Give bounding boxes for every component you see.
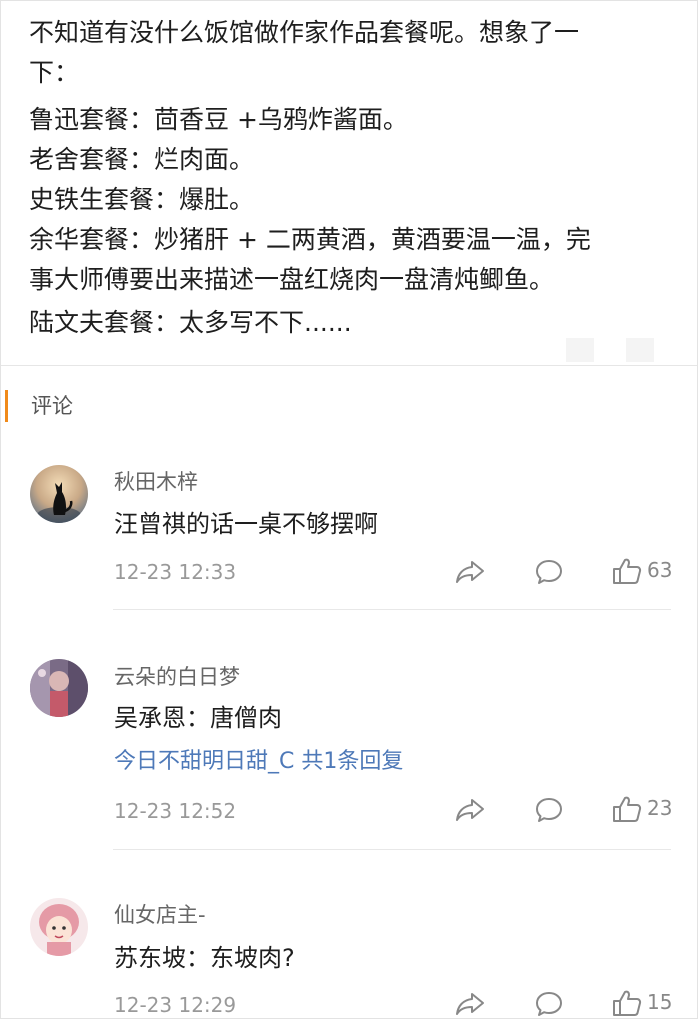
share-arrow-icon[interactable] — [454, 990, 486, 1018]
thumbs-up-icon — [613, 558, 642, 584]
like-button[interactable]: 63 — [611, 556, 681, 586]
faded-placeholder — [626, 338, 654, 362]
comment-divider — [113, 609, 671, 610]
reply-summary-link[interactable]: 今日不甜明日甜_C 共1条回复 — [114, 747, 403, 777]
share-arrow-icon[interactable] — [454, 796, 486, 824]
comment-username[interactable]: 云朵的白日梦 — [114, 663, 240, 691]
faded-placeholder — [566, 338, 594, 362]
like-button[interactable]: 15 — [611, 988, 681, 1018]
post-line: 史铁生套餐：爆肚。 — [29, 185, 255, 214]
thumbs-up-icon — [613, 990, 642, 1016]
comment-bubble-icon[interactable] — [534, 795, 564, 825]
comment-text: 苏东坡：东坡肉? — [114, 944, 295, 972]
comment-timestamp: 12-23 12:29 — [114, 993, 237, 1017]
comment-page: 不知道有没什么饭馆做作家作品套餐呢。想象了一 下： 鲁迅套餐：茴香豆 +乌鸦炸酱… — [0, 0, 698, 1019]
post-line: 不知道有没什么饭馆做作家作品套餐呢。想象了一 — [29, 18, 580, 47]
comment-bubble-icon[interactable] — [534, 557, 564, 587]
cat-silhouette-avatar[interactable] — [30, 465, 88, 523]
post-line: 鲁迅套餐：茴香豆 +乌鸦炸酱面。 — [29, 105, 408, 134]
comment-text: 吴承恩：唐僧肉 — [114, 704, 282, 732]
comments-header: 评论 — [1, 386, 201, 426]
comment-username[interactable]: 秋田木梓 — [114, 468, 198, 496]
post-line: 老舍套餐：烂肉面。 — [29, 145, 255, 174]
like-button[interactable]: 23 — [611, 794, 681, 824]
post-line: 事大师傅要出来描述一盘红烧肉一盘清炖鲫鱼。 — [29, 265, 555, 294]
cartoon-girl-avatar[interactable] — [30, 898, 88, 956]
post-line: 余华套餐：炒猪肝 + 二两黄酒，黄酒要温一温，完 — [29, 225, 591, 254]
like-count: 63 — [647, 558, 673, 582]
comment-divider — [113, 849, 671, 850]
post-line: 陆文夫套餐：太多写不下...... — [29, 308, 352, 337]
post-line: 下： — [29, 58, 80, 87]
comment-text: 汪曾祺的话一桌不够摆啊 — [114, 510, 378, 538]
share-arrow-icon[interactable] — [454, 558, 486, 586]
comment-bubble-icon[interactable] — [534, 989, 564, 1019]
comment-timestamp: 12-23 12:52 — [114, 799, 237, 823]
comment-timestamp: 12-23 12:33 — [114, 560, 237, 584]
section-accent-bar — [5, 390, 8, 422]
comment-username[interactable]: 仙女店主- — [114, 901, 206, 929]
thumbs-up-icon — [613, 796, 642, 822]
photo-avatar[interactable] — [30, 659, 88, 717]
comments-title: 评论 — [31, 394, 73, 418]
like-count: 23 — [647, 796, 673, 820]
like-count: 15 — [647, 990, 673, 1014]
post-body: 不知道有没什么饭馆做作家作品套餐呢。想象了一 下： 鲁迅套餐：茴香豆 +乌鸦炸酱… — [1, 1, 697, 366]
